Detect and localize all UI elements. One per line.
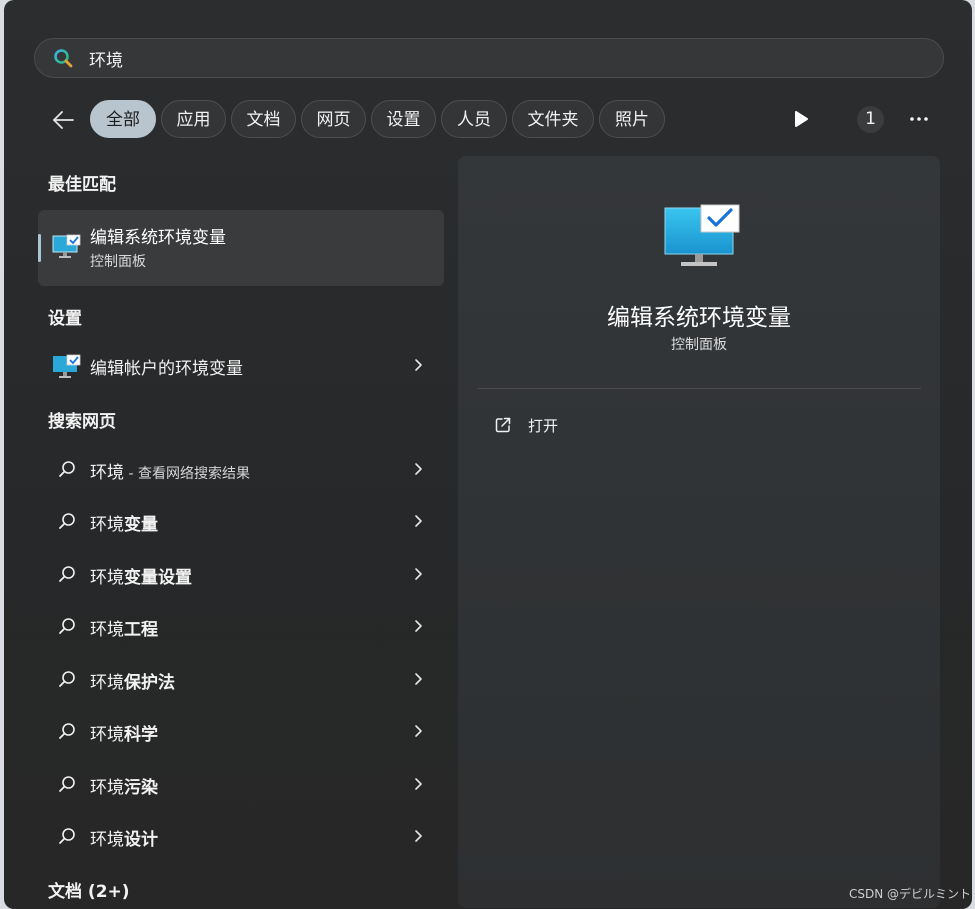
web-result-label: 环境 - 查看网络搜索结果: [90, 463, 250, 483]
filter-all[interactable]: 全部: [90, 100, 156, 138]
chevron-right-icon: [415, 463, 422, 475]
open-action-label: 打开: [528, 417, 559, 435]
web-result-label: 环境工程: [90, 620, 158, 640]
chevron-right-icon: [415, 725, 422, 737]
filter-people[interactable]: 人员: [441, 100, 507, 138]
filter-web[interactable]: 网页: [301, 100, 366, 138]
chevron-right-icon: [415, 673, 422, 685]
web-result-label: 环境科学: [90, 725, 158, 745]
filter-settings[interactable]: 设置: [371, 100, 436, 138]
web-result-item[interactable]: 环境污染: [38, 761, 444, 807]
chevron-right-icon: [415, 568, 422, 580]
play-icon[interactable]: [792, 109, 810, 129]
web-search-heading: 搜索网页: [48, 412, 116, 432]
web-result-item[interactable]: 环境设计: [38, 813, 444, 859]
search-icon: [59, 461, 75, 477]
search-icon: [59, 513, 75, 529]
web-result-item[interactable]: 环境科学: [38, 708, 444, 754]
web-result-label: 环境保护法: [90, 673, 175, 693]
selection-indicator: [38, 234, 41, 262]
web-result-label: 环境设计: [90, 830, 158, 850]
best-match-title: 编辑系统环境变量: [90, 228, 226, 248]
control-panel-monitor-icon: [53, 354, 81, 378]
web-result-label: 环境污染: [90, 778, 158, 798]
search-icon: [59, 671, 75, 687]
chevron-right-icon: [415, 830, 422, 842]
web-result-label: 环境变量设置: [90, 568, 192, 588]
preview-pane: 编辑系统环境变量 控制面板 打开: [458, 156, 940, 908]
settings-item-label: 编辑帐户的环境变量: [90, 359, 243, 379]
control-panel-monitor-icon: [664, 204, 740, 266]
watermark: CSDN @デビルミント: [849, 887, 972, 901]
preview-subtitle: 控制面板: [671, 337, 727, 353]
start-search-panel: 环境 全部 应用 文档 网页 设置 人员 文件夹 照片 1 最佳匹配 编辑系统环…: [4, 0, 972, 909]
filter-apps[interactable]: 应用: [161, 100, 226, 138]
web-result-item[interactable]: 环境变量设置: [38, 551, 444, 597]
filter-photos[interactable]: 照片: [599, 100, 665, 138]
chevron-right-icon: [415, 515, 422, 527]
best-match-heading: 最佳匹配: [48, 175, 116, 195]
web-result-item[interactable]: 环境工程: [38, 603, 444, 649]
documents-heading: 文档 (2+): [48, 882, 130, 902]
rewards-badge[interactable]: 1: [857, 106, 884, 133]
best-match-item[interactable]: 编辑系统环境变量 控制面板: [38, 210, 444, 286]
web-result-item[interactable]: 环境变量: [38, 498, 444, 544]
web-result-item[interactable]: 环境 - 查看网络搜索结果: [38, 446, 444, 492]
search-icon: [59, 828, 75, 844]
search-icon: [54, 49, 73, 68]
filter-documents[interactable]: 文档: [231, 100, 296, 138]
web-result-item[interactable]: 环境保护法: [38, 656, 444, 702]
open-action[interactable]: 打开: [478, 408, 678, 442]
chevron-right-icon: [415, 359, 422, 371]
best-match-subtitle: 控制面板: [90, 254, 146, 270]
search-box[interactable]: 环境: [34, 38, 944, 78]
preview-title: 编辑系统环境变量: [607, 305, 791, 331]
search-icon: [59, 566, 75, 582]
settings-heading: 设置: [48, 309, 82, 329]
more-options-icon[interactable]: [906, 106, 932, 132]
filter-folders[interactable]: 文件夹: [512, 100, 594, 138]
open-external-icon: [495, 417, 511, 433]
control-panel-monitor-icon: [52, 234, 81, 258]
search-icon: [59, 618, 75, 634]
chevron-right-icon: [415, 778, 422, 790]
settings-item-edit-account-env[interactable]: 编辑帐户的环境变量: [38, 342, 444, 388]
chevron-right-icon: [415, 620, 422, 632]
divider: [478, 388, 921, 389]
search-input[interactable]: 环境: [89, 46, 123, 71]
web-result-label: 环境变量: [90, 515, 158, 535]
search-icon: [59, 776, 75, 792]
search-icon: [59, 723, 75, 739]
back-arrow-icon[interactable]: [50, 107, 76, 133]
